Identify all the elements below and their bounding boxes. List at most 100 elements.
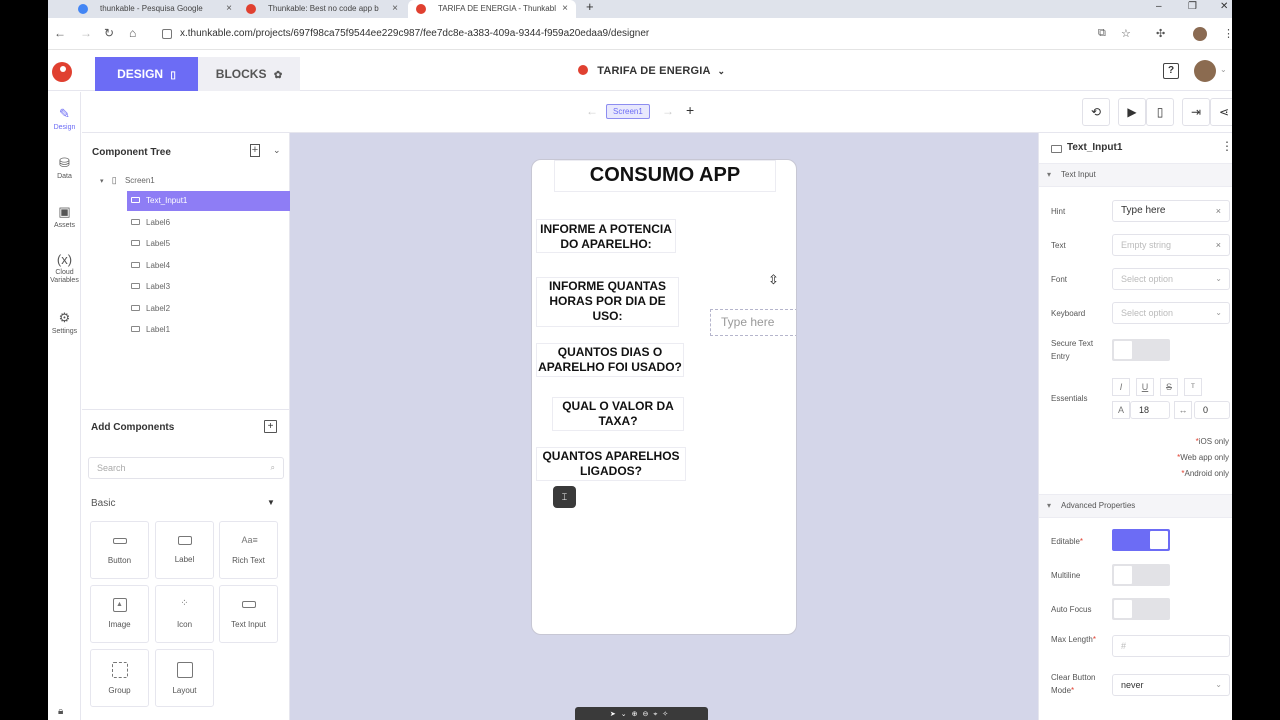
component-layout[interactable]: Layout [155,649,214,707]
tree-item-label3[interactable]: Label3 [131,277,281,297]
component-icon[interactable]: ⁘ Icon [155,585,214,643]
italic-icon[interactable]: I [1112,378,1130,396]
component-rich-text[interactable]: Aa≡ Rich Text [219,521,278,579]
url-field[interactable]: x.thunkable.com/projects/697f98ca75f9544… [156,24,1106,44]
letter-spacing-icon[interactable]: ↔ [1174,401,1192,419]
text-transform-icon[interactable]: ᵀ [1184,378,1202,396]
help-button[interactable]: ? [1163,63,1179,79]
nav-cloud-variables[interactable]: (x) Cloud Variables [48,252,81,285]
browser-menu-icon[interactable]: ⋮ [1223,27,1232,40]
clear-button-mode-select[interactable]: never ⌄ [1112,674,1230,696]
clear-icon[interactable]: × [1216,201,1221,221]
tree-root-screen1[interactable]: ▾ ▯ Screen1 [100,170,250,190]
caret-down-icon[interactable]: ▾ [100,178,104,185]
preview-icon[interactable]: ▶ [1118,98,1146,126]
more-options-icon[interactable]: ⋮ [1221,139,1232,153]
next-screen-arrow-icon[interactable]: → [662,104,674,118]
phone-preview[interactable]: CONSUMO APP INFORME A POTENCIA DO APAREL… [531,159,797,635]
font-size-icon[interactable]: A [1112,401,1130,419]
close-icon[interactable]: × [562,0,568,18]
bookmark-star-icon[interactable]: ☆ [1121,27,1131,40]
caret-down-icon[interactable]: ▼ [267,498,275,507]
screen-selector[interactable]: Screen1 [606,104,650,119]
section-advanced-properties[interactable]: Advanced Properties [1039,494,1232,518]
multiline-toggle[interactable] [1112,564,1170,586]
reload-icon[interactable]: ↻ [104,26,114,40]
max-length-input[interactable]: # [1112,635,1230,657]
label-taxa[interactable]: QUAL O VALOR DA TAXA? [552,397,684,431]
chevron-down-icon[interactable]: ⌄ [1220,65,1227,74]
add-screen-icon[interactable]: + [250,144,260,157]
text-input1-preview[interactable]: Type here [710,309,796,336]
letter-spacing-input[interactable]: 0 [1194,401,1230,419]
close-icon[interactable]: × [392,0,398,18]
browser-tab-thunkable-site[interactable]: Thunkable: Best no code app b × [238,0,406,18]
component-text-input[interactable]: Text Input [219,585,278,643]
share-icon[interactable]: ⋖ [1210,98,1232,126]
window-close-icon[interactable]: ✕ [1220,0,1228,14]
browser-tab-project[interactable]: TARIFA DE ENERGIA - Thunkabl × [408,0,576,18]
live-test-icon[interactable]: ▯ [1146,98,1174,126]
component-image[interactable]: ▲ Image [90,585,149,643]
font-size-input[interactable]: 18 [1130,401,1170,419]
home-icon[interactable]: ⌂ [129,26,136,40]
lock-icon[interactable]: 🔒︎ [58,706,63,717]
tree-item-label4[interactable]: Label4 [131,256,281,276]
section-text-input[interactable]: Text Input [1039,163,1232,187]
chevron-down-icon[interactable]: ⌄ [273,145,281,156]
nav-assets[interactable]: ▣ Assets [48,204,81,229]
strikethrough-icon[interactable]: S [1160,378,1178,396]
translate-icon[interactable]: ⧉ [1098,27,1106,40]
font-select[interactable]: Select option ⌄ [1112,268,1230,290]
resize-handle-icon[interactable]: ⇳ [768,272,779,288]
download-icon[interactable]: ⇥ [1182,98,1210,126]
hint-input[interactable]: Type here × [1112,200,1230,222]
add-screen-button[interactable]: + [686,102,694,118]
user-avatar[interactable] [1194,60,1216,82]
nav-settings[interactable]: ⚙ Settings [48,310,81,335]
tab-design[interactable]: DESIGN ▯ [95,57,198,91]
thunkable-logo[interactable] [52,62,72,82]
auto-focus-toggle[interactable] [1112,598,1170,620]
label-dias[interactable]: QUANTOS DIAS O APARELHO FOI USADO? [536,343,684,377]
close-icon[interactable]: × [226,0,232,18]
project-title-dropdown[interactable]: TARIFA DE ENERGIA ⌄ [578,65,725,77]
browser-tab-google[interactable]: thunkable - Pesquisa Google × [70,0,240,18]
text-cursor-icon[interactable]: ⌶ [553,486,576,508]
new-tab-button[interactable]: + [586,0,594,14]
underline-icon[interactable]: U [1136,378,1154,396]
tree-item-label1[interactable]: Label1 [131,320,281,340]
secure-entry-toggle[interactable] [1112,339,1170,361]
label-title[interactable]: CONSUMO APP [554,160,776,192]
minimize-icon[interactable]: – [1156,0,1162,14]
add-component-icon[interactable]: + [264,420,277,433]
keyboard-select[interactable]: Select option ⌄ [1112,302,1230,324]
editable-toggle[interactable] [1112,529,1170,551]
site-info-icon[interactable] [162,29,172,39]
component-label[interactable]: Label [155,521,214,579]
design-canvas[interactable]: CONSUMO APP INFORME A POTENCIA DO APAREL… [290,133,1038,720]
extensions-icon[interactable]: ✣ [1156,27,1165,40]
component-group[interactable]: Group [90,649,149,707]
label-horas[interactable]: INFORME QUANTAS HORAS POR DIA DE USO: [536,277,679,327]
nav-design[interactable]: ✎ Design [48,106,81,131]
nav-data[interactable]: ⛁ Data [48,155,81,180]
forward-arrow-icon[interactable]: → [80,26,92,40]
tab-blocks[interactable]: BLOCKS ✿ [198,57,300,91]
tree-item-label2[interactable]: Label2 [131,299,281,319]
back-arrow-icon[interactable]: ← [54,26,66,40]
component-search-input[interactable]: Search ⌕ [88,457,284,479]
prev-screen-arrow-icon[interactable]: ← [586,104,598,118]
restore-icon[interactable]: ❐ [1188,0,1197,14]
label-aparelhos[interactable]: QUANTOS APARELHOS LIGADOS? [536,447,686,481]
tree-item-label6[interactable]: Label6 [131,213,281,233]
canvas-zoom-toolbar[interactable]: ➤⌄⊕⊖⌖✧ [575,707,708,720]
component-button[interactable]: Button [90,521,149,579]
clear-icon[interactable]: × [1216,235,1221,255]
browser-profile-avatar[interactable] [1193,27,1207,41]
tree-item-label5[interactable]: Label5 [131,234,281,254]
category-basic[interactable]: Basic [91,498,115,509]
tree-item-text-input1[interactable]: Text_Input1 [127,191,290,211]
text-input[interactable]: Empty string × [1112,234,1230,256]
label-potencia[interactable]: INFORME A POTENCIA DO APARELHO: [536,219,676,253]
